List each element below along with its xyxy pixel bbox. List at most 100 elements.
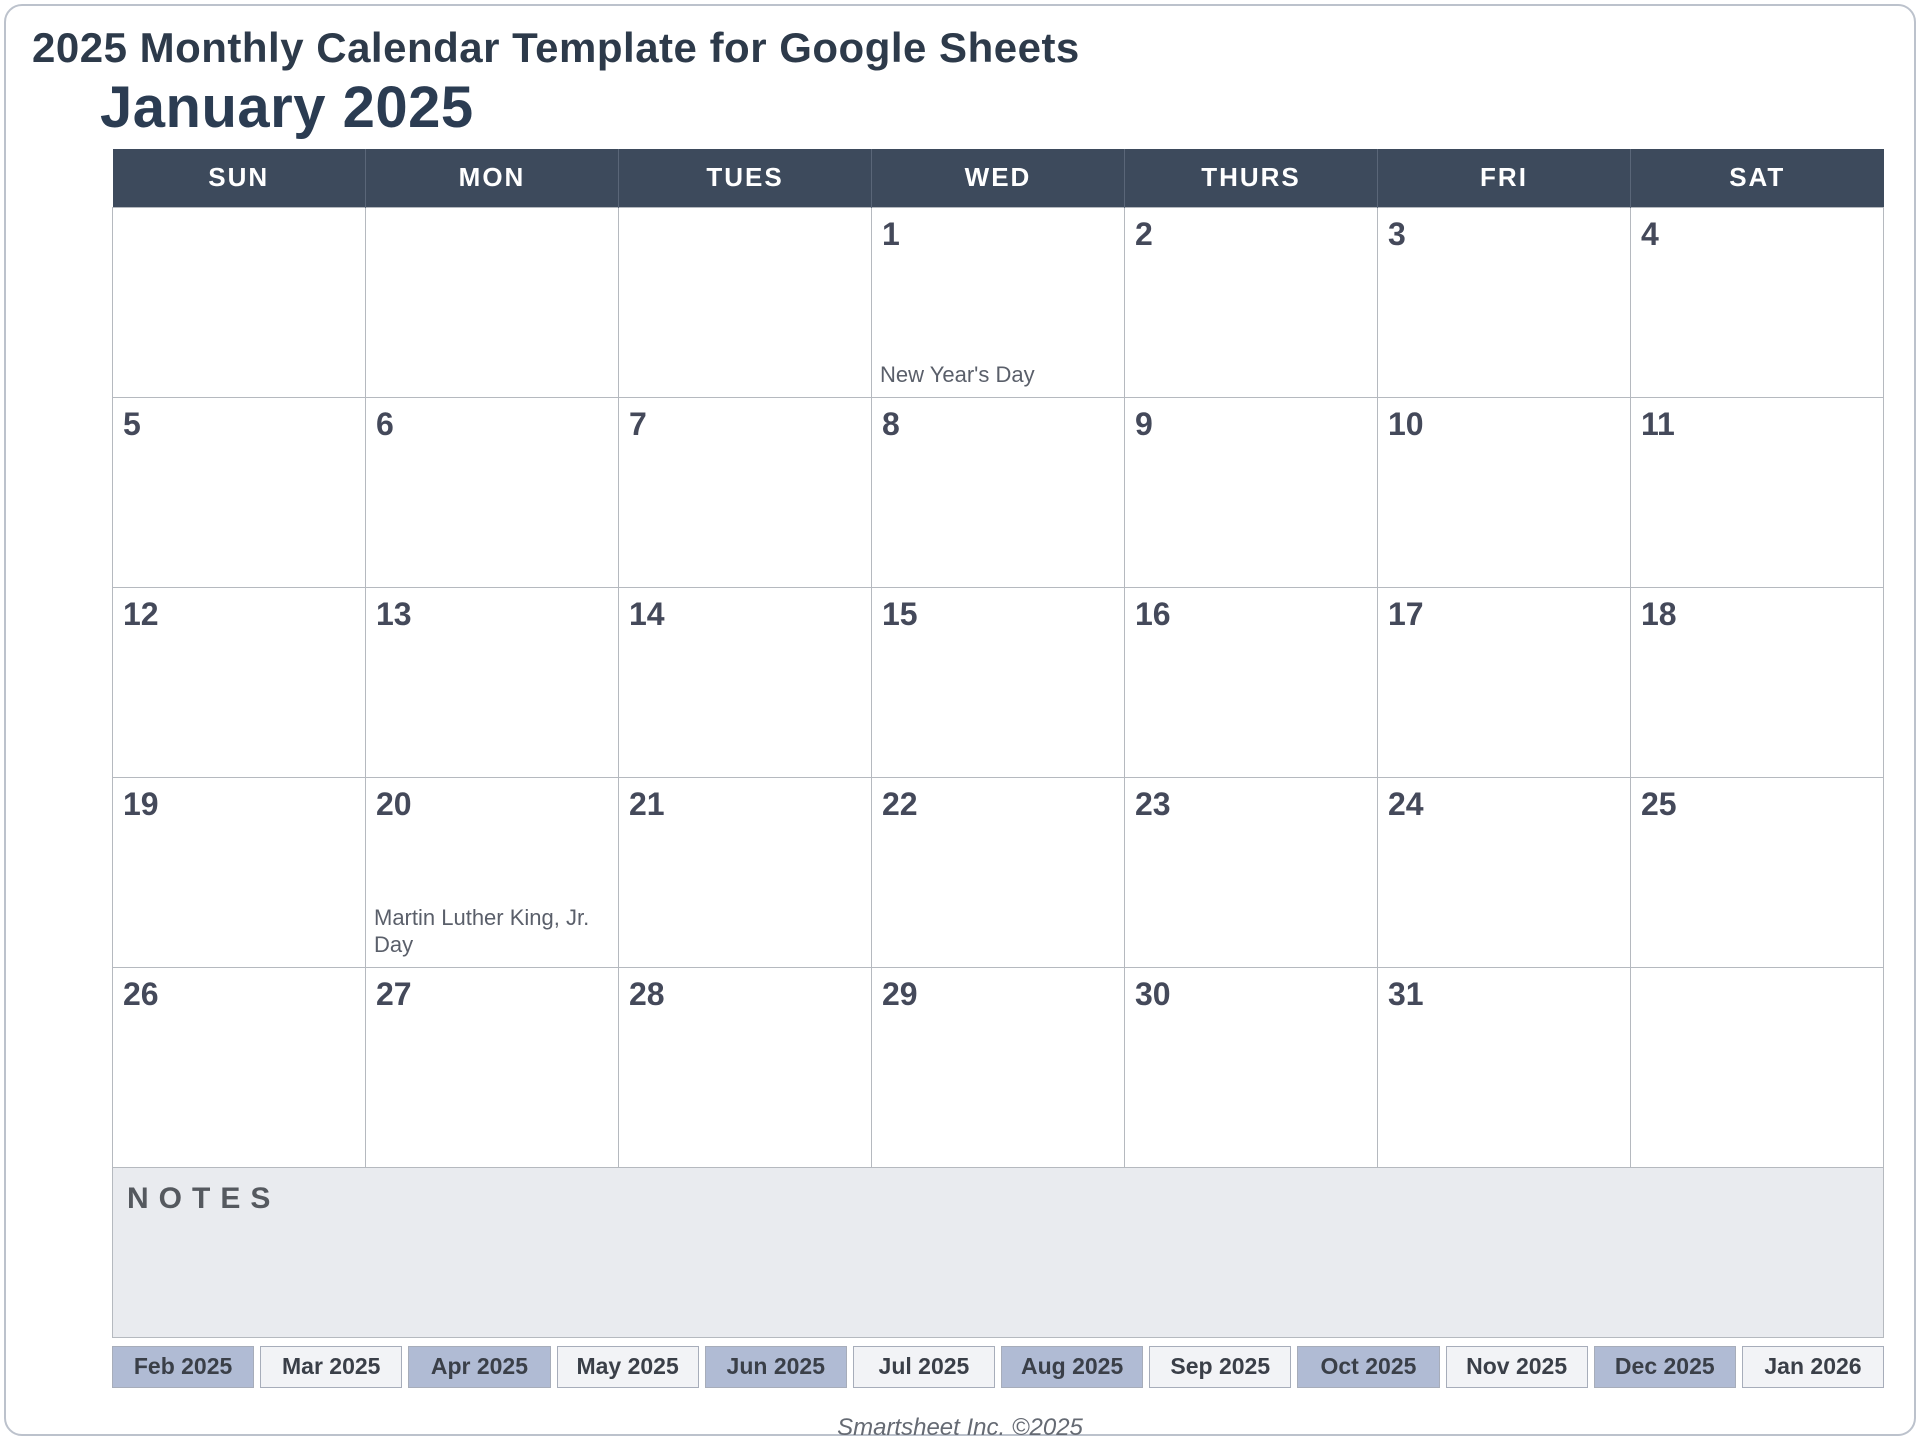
day-number: 24 [1388,786,1424,823]
weekday-header: SUN [113,149,366,207]
calendar-day-cell[interactable]: 13 [366,587,619,777]
weekday-header: WED [872,149,1125,207]
calendar-day-cell[interactable]: 5 [113,397,366,587]
day-number: 5 [123,406,141,443]
calendar-day-cell[interactable]: 22 [872,777,1125,967]
calendar-day-cell[interactable]: 20 Martin Luther King, Jr. Day [366,777,619,967]
calendar-day-cell[interactable]: 2 [1125,207,1378,397]
weekday-header: SAT [1631,149,1884,207]
calendar-day-cell[interactable]: 24 [1378,777,1631,967]
calendar-day-cell[interactable]: 29 [872,967,1125,1167]
day-number: 6 [376,406,394,443]
month-tab-button[interactable]: Jul 2025 [853,1346,995,1388]
page-frame: 2025 Monthly Calendar Template for Googl… [4,4,1916,1436]
calendar-day-cell[interactable]: 12 [113,587,366,777]
calendar-day-cell[interactable]: 6 [366,397,619,587]
calendar-day-cell[interactable] [113,207,366,397]
day-number: 8 [882,406,900,443]
day-number: 11 [1641,406,1675,443]
calendar-day-cell[interactable]: 1 New Year's Day [872,207,1125,397]
calendar-day-cell[interactable]: 23 [1125,777,1378,967]
day-event-text: Martin Luther King, Jr. Day [374,904,610,959]
calendar-day-cell[interactable]: 25 [1631,777,1884,967]
day-number: 18 [1641,596,1677,633]
calendar-day-cell[interactable] [619,207,872,397]
month-tab-button[interactable]: Sep 2025 [1149,1346,1291,1388]
day-number: 7 [629,406,647,443]
month-tab-button[interactable]: Apr 2025 [408,1346,550,1388]
calendar-day-cell[interactable] [366,207,619,397]
calendar-day-cell[interactable]: 17 [1378,587,1631,777]
calendar-day-cell[interactable]: 28 [619,967,872,1167]
calendar-day-cell[interactable]: 21 [619,777,872,967]
calendar-day-cell[interactable]: 7 [619,397,872,587]
calendar-day-cell[interactable]: 16 [1125,587,1378,777]
month-tab-button[interactable]: Aug 2025 [1001,1346,1143,1388]
day-number: 1 [882,216,900,253]
calendar-table: SUN MON TUES WED THURS FRI SAT 1 New Year… [112,149,1884,1338]
calendar-day-cell[interactable]: 30 [1125,967,1378,1167]
calendar-day-cell[interactable]: 3 [1378,207,1631,397]
day-number: 23 [1135,786,1171,823]
calendar-week-row: 1 New Year's Day 2 3 4 [113,207,1884,397]
day-number: 19 [123,786,159,823]
weekday-header: FRI [1378,149,1631,207]
day-number: 26 [123,976,159,1013]
calendar-week-row: 19 20 Martin Luther King, Jr. Day 21 22 23 24 2… [113,777,1884,967]
day-number: 31 [1388,976,1424,1013]
calendar-day-cell[interactable]: 9 [1125,397,1378,587]
calendar-day-cell[interactable]: 8 [872,397,1125,587]
calendar-week-row: 5 6 7 8 9 10 11 [113,397,1884,587]
month-title: January 2025 [100,74,1888,141]
day-number: 2 [1135,216,1153,253]
template-title: 2025 Monthly Calendar Template for Googl… [32,24,1888,72]
day-number: 3 [1388,216,1406,253]
calendar-day-cell[interactable]: 27 [366,967,619,1167]
calendar-day-cell[interactable]: 19 [113,777,366,967]
month-tab-button[interactable]: Jan 2026 [1742,1346,1884,1388]
month-tab-button[interactable]: Nov 2025 [1446,1346,1588,1388]
calendar-day-cell[interactable]: 14 [619,587,872,777]
calendar-day-cell[interactable] [1631,967,1884,1167]
calendar-day-cell[interactable]: 15 [872,587,1125,777]
day-number: 20 [376,786,412,823]
day-number: 9 [1135,406,1153,443]
day-event-text: New Year's Day [880,361,1116,389]
day-number: 15 [882,596,918,633]
weekday-header-row: SUN MON TUES WED THURS FRI SAT [113,149,1884,207]
day-number: 30 [1135,976,1171,1013]
day-number: 27 [376,976,412,1013]
day-number: 17 [1388,596,1424,633]
day-number: 4 [1641,216,1659,253]
weekday-header: THURS [1125,149,1378,207]
calendar-day-cell[interactable]: 11 [1631,397,1884,587]
day-number: 12 [123,596,159,633]
calendar-day-cell[interactable]: 31 [1378,967,1631,1167]
day-number: 29 [882,976,918,1013]
calendar-week-row: 26 27 28 29 30 31 [113,967,1884,1167]
month-tab-button[interactable]: Oct 2025 [1297,1346,1439,1388]
notes-cell[interactable]: NOTES [113,1167,1884,1337]
month-tab-button[interactable]: May 2025 [557,1346,699,1388]
month-tabs-row: Feb 2025Mar 2025Apr 2025May 2025Jun 2025… [112,1346,1884,1388]
notes-row: NOTES [113,1167,1884,1337]
day-number: 16 [1135,596,1171,633]
calendar-day-cell[interactable]: 18 [1631,587,1884,777]
day-number: 21 [629,786,665,823]
weekday-header: MON [366,149,619,207]
month-tab-button[interactable]: Mar 2025 [260,1346,402,1388]
day-number: 10 [1388,406,1424,443]
calendar-day-cell[interactable]: 10 [1378,397,1631,587]
day-number: 13 [376,596,412,633]
day-number: 28 [629,976,665,1013]
calendar-day-cell[interactable]: 26 [113,967,366,1167]
footer-copyright: Smartsheet Inc. ©2025 [0,1414,1920,1442]
day-number: 22 [882,786,918,823]
month-tab-button[interactable]: Dec 2025 [1594,1346,1736,1388]
calendar-day-cell[interactable]: 4 [1631,207,1884,397]
calendar-week-row: 12 13 14 15 16 17 18 [113,587,1884,777]
day-number: 14 [629,596,665,633]
day-number: 25 [1641,786,1677,823]
month-tab-button[interactable]: Feb 2025 [112,1346,254,1388]
month-tab-button[interactable]: Jun 2025 [705,1346,847,1388]
